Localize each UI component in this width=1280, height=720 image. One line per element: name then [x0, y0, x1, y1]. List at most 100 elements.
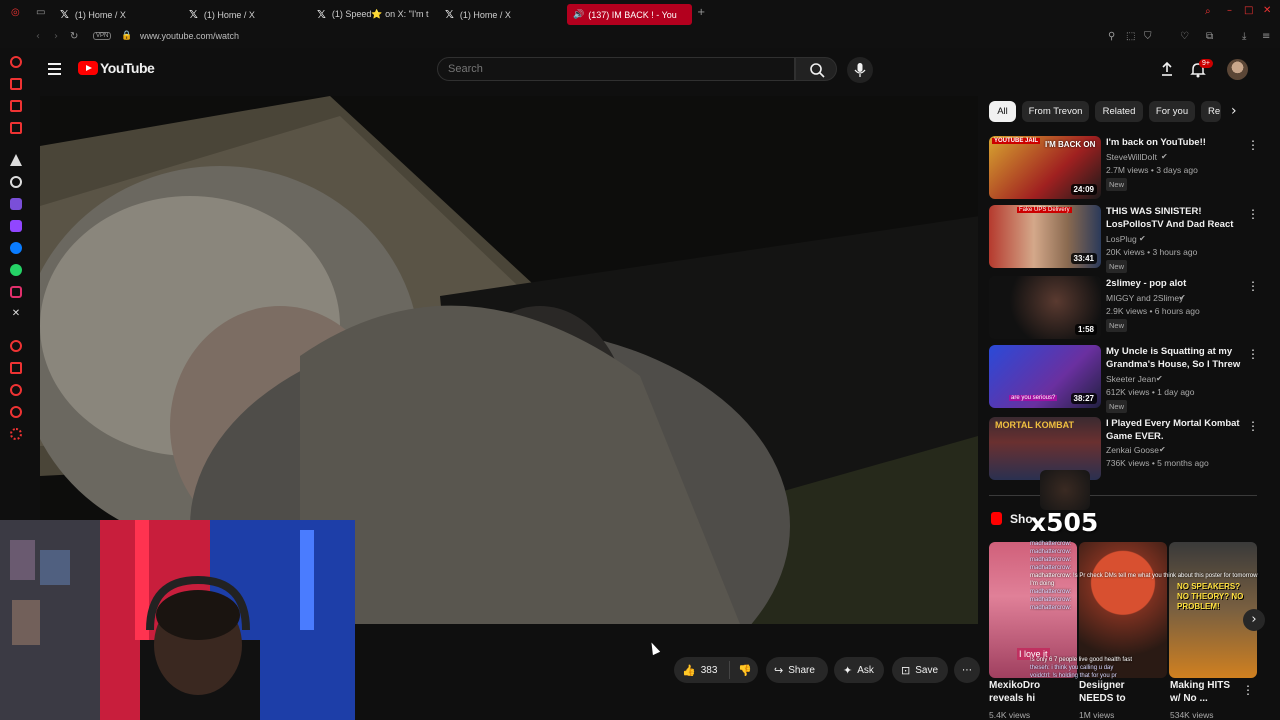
upload-icon[interactable] [1159, 61, 1175, 77]
chat-message: madhattercrow: [1030, 565, 1072, 571]
more-actions-button[interactable]: ⋯ [954, 657, 980, 683]
sidebar-arrow-icon[interactable] [10, 154, 22, 166]
forward-icon[interactable]: › [54, 31, 58, 42]
like-button[interactable]: 👍 383 [674, 661, 730, 679]
opera-menu-icon[interactable]: ◎ [11, 7, 20, 18]
sidebar-bag-icon[interactable] [10, 78, 22, 90]
video-thumbnail[interactable]: Fake UPS Delivery 33:41 [989, 205, 1101, 268]
voice-search-button[interactable] [847, 57, 873, 83]
tab-home-1[interactable]: 𝕏 (1) Home / X [60, 4, 180, 25]
maximize-icon[interactable]: □ [1244, 5, 1253, 16]
video-title[interactable]: My Uncle is Squatting at my Grandma's Ho… [1106, 345, 1242, 371]
youtube-logo[interactable]: YouTube [78, 60, 155, 76]
close-window-icon[interactable]: ✕ [1263, 5, 1271, 16]
recommendation-item[interactable]: MORTAL KOMBAT I Played Every Mortal Komb… [989, 417, 1259, 481]
browser-tab-bar: ◎ ▭ 𝕏 (1) Home / X 𝕏 (1) Home / X 𝕏 (1) Spe… [0, 0, 1280, 28]
more-vertical-icon[interactable]: ⋮ [1247, 419, 1259, 433]
snapshot-icon[interactable]: ⬚ [1126, 31, 1135, 42]
chip-truncated[interactable]: Re [1201, 101, 1221, 122]
share-button[interactable]: ↪ Share [766, 657, 828, 683]
chip-for-you[interactable]: For you [1149, 101, 1195, 122]
more-vertical-icon[interactable]: ⋮ [1247, 138, 1259, 152]
video-title[interactable]: I'm back on YouTube!! [1106, 136, 1242, 149]
more-vertical-icon[interactable]: ⋮ [1247, 347, 1259, 361]
chevron-right-icon[interactable]: › [1231, 103, 1237, 119]
download-icon[interactable]: ⤓ [1242, 31, 1246, 42]
chip-related[interactable]: Related [1095, 101, 1143, 122]
menu-icon[interactable]: ≡ [1262, 31, 1270, 42]
channel-name[interactable]: Zenkai Goose [1106, 445, 1159, 455]
channel-name[interactable]: Skeeter Jean [1106, 374, 1156, 384]
video-title[interactable]: THIS WAS SINISTER! LosPollosTV And Dad R… [1106, 205, 1242, 231]
url-field[interactable]: www.youtube.com/watch [140, 31, 239, 41]
chat-message: theseh: i think you calling u day [1030, 665, 1114, 671]
new-badge: New [1106, 178, 1128, 191]
search-icon [810, 63, 825, 78]
recommendation-item[interactable]: YOUTUBE JAIL I'M BACK ON 24:09 I'm back … [989, 136, 1259, 200]
sidebar-box-icon[interactable] [10, 406, 22, 418]
avatar[interactable] [1227, 59, 1248, 80]
channel-name[interactable]: MIGGY and 2Slimey [1106, 293, 1183, 303]
tab-youtube-active[interactable]: 🔊 (137) IM BACK ! - You [567, 4, 692, 25]
shield-icon[interactable]: ⛉ [1144, 31, 1152, 42]
video-meta: 20K views • 3 hours ago [1106, 247, 1198, 257]
search-tabs-icon[interactable]: ⌕ [1205, 6, 1211, 17]
minimize-icon[interactable]: – [1227, 5, 1232, 16]
pin-icon[interactable]: ⚲ [1108, 31, 1115, 42]
new-badge: New [1106, 319, 1128, 332]
video-title[interactable]: I Played Every Mortal Kombat Game EVER. [1106, 417, 1242, 443]
tab-home-2[interactable]: 𝕏 (1) Home / X [189, 4, 309, 25]
tab-overview-icon[interactable]: ▭ [36, 7, 45, 18]
sidebar-dot-icon[interactable] [10, 340, 22, 352]
recommendation-item[interactable]: are you serious? 38:27 My Uncle is Squat… [989, 345, 1259, 413]
sidebar-whatsapp-icon[interactable] [10, 264, 22, 276]
sidebar-chat-icon[interactable] [10, 100, 22, 112]
video-thumbnail[interactable]: 1:58 [989, 276, 1101, 339]
sidebar-pin-icon[interactable] [10, 362, 22, 374]
video-thumbnail[interactable]: are you serious? 38:27 [989, 345, 1101, 408]
extensions-icon[interactable]: ⧉ [1206, 31, 1213, 42]
chip-from-trevon[interactable]: From Trevon [1022, 101, 1089, 122]
search-box[interactable] [437, 57, 795, 81]
video-title[interactable]: 2slimey - pop alot [1106, 277, 1242, 290]
chat-message: madhattercrow: [1030, 541, 1072, 547]
video-meta: 736K views • 5 months ago [1106, 458, 1209, 468]
vpn-badge[interactable]: VPN [93, 32, 112, 40]
sidebar-app-icon[interactable] [10, 122, 22, 134]
channel-name[interactable]: LosPlug [1106, 234, 1137, 244]
sidebar-twitch-icon[interactable] [10, 198, 22, 210]
chip-all[interactable]: All [989, 101, 1016, 122]
sidebar-ai-icon[interactable] [10, 56, 22, 68]
notification-badge: 9+ [1199, 59, 1213, 68]
sidebar-twitch2-icon[interactable] [10, 220, 22, 232]
sidebar-history-icon[interactable] [10, 384, 22, 396]
overlay-counter: x505 [1030, 508, 1099, 537]
recommendation-item[interactable]: 1:58 2slimey - pop alot MIGGY and 2Slime… [989, 276, 1259, 341]
back-icon[interactable]: ‹ [36, 31, 40, 42]
bookmark-icon[interactable]: ♡ [1180, 31, 1189, 42]
recommendation-item[interactable]: Fake UPS Delivery 33:41 THIS WAS SINISTE… [989, 205, 1259, 273]
sidebar-settings-icon[interactable] [10, 428, 22, 440]
reload-icon[interactable]: ↻ [70, 31, 78, 42]
save-button[interactable]: ⊡ Save [892, 657, 948, 683]
dislike-button[interactable]: 👎 [730, 664, 757, 677]
ask-button[interactable]: ✦ Ask [834, 657, 884, 683]
more-vertical-icon[interactable]: ⋮ [1247, 279, 1259, 293]
channel-name[interactable]: SteveWillDoIt [1106, 152, 1157, 162]
tab-home-3[interactable]: 𝕏 (1) Home / X [445, 4, 565, 25]
hamburger-menu-icon[interactable] [48, 63, 61, 78]
search-input[interactable] [448, 63, 748, 75]
video-thumbnail[interactable]: YOUTUBE JAIL I'M BACK ON 24:09 [989, 136, 1101, 199]
more-vertical-icon[interactable]: ⋮ [1247, 207, 1259, 221]
divider [989, 495, 1257, 496]
tab-speed[interactable]: 𝕏 (1) Speed⭐ on X: "I'm th [317, 4, 429, 25]
sidebar-messenger-icon[interactable] [10, 242, 22, 254]
sidebar-instagram-icon[interactable] [10, 286, 22, 298]
speaker-icon[interactable]: 🔊 [573, 10, 584, 20]
search-button[interactable] [795, 57, 837, 81]
sidebar-x-icon[interactable]: ✕ [10, 308, 22, 320]
new-tab-icon[interactable]: + [697, 7, 705, 18]
sidebar-openai-icon[interactable] [10, 176, 22, 188]
x-logo-icon: 𝕏 [60, 8, 69, 21]
new-badge: New [1106, 400, 1128, 413]
